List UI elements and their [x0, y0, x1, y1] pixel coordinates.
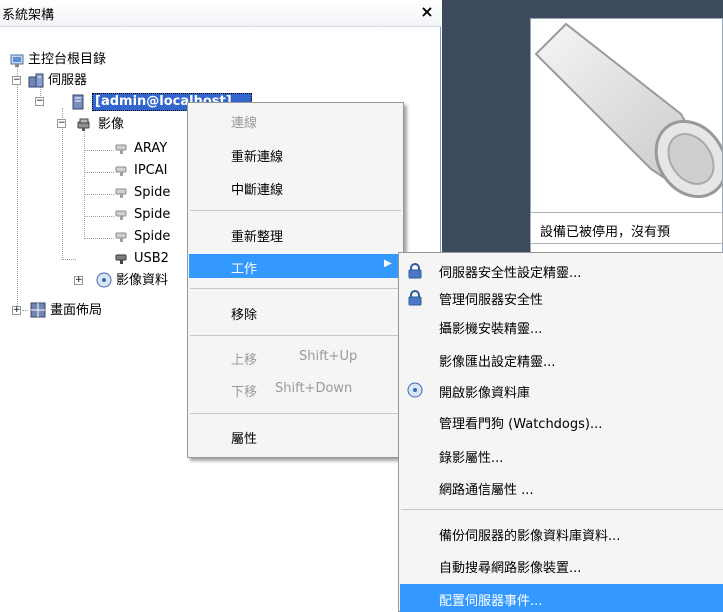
collapse-video-toggle[interactable]: −	[57, 119, 66, 128]
camera-icon	[115, 232, 127, 242]
server-icon	[72, 94, 84, 110]
submenu-item-configure-events[interactable]: 配置伺服器事件...	[439, 590, 542, 609]
menu-item-reconnect[interactable]: 重新連線	[231, 146, 283, 165]
submenu-item-recording-properties[interactable]: 錄影屬性...	[439, 447, 503, 466]
pane-title: 系統架構	[2, 8, 55, 23]
submenu-item-open-video-db[interactable]: 開啟影像資料庫	[439, 382, 530, 401]
tree-label-camera[interactable]: Spide	[134, 207, 170, 223]
submenu-item-network-properties[interactable]: 網路通信屬性 ...	[439, 479, 534, 498]
tree-line	[84, 150, 114, 151]
tree-line	[62, 108, 63, 260]
menu-separator	[401, 509, 723, 510]
expand-video-db-toggle[interactable]: +	[74, 276, 83, 285]
collapse-server-toggle[interactable]: −	[35, 97, 44, 106]
submenu-item-export-wizard[interactable]: 影像匯出設定精靈...	[439, 351, 555, 370]
context-menu: 連線 重新連線 中斷連線 重新整理 工作 ▶ 移除 上移 Shift+Up 下移…	[187, 102, 404, 458]
menu-item-tasks[interactable]: 工作	[231, 258, 257, 277]
tree-line	[84, 130, 85, 239]
camera-placeholder-icon	[534, 22, 723, 199]
camera-active-icon	[115, 254, 127, 264]
submenu-item-watchdogs[interactable]: 管理看門狗 (Watchdogs)...	[439, 413, 602, 432]
tree-label-camera[interactable]: Spide	[134, 185, 170, 201]
device-disabled-message: 設備已被停用，沒有預	[540, 225, 671, 240]
menu-item-move-up[interactable]: 上移	[231, 349, 257, 368]
submenu-item-manage-security[interactable]: 管理伺服器安全性	[439, 289, 543, 308]
menu-item-move-down[interactable]: 下移	[231, 381, 257, 400]
menu-item-remove[interactable]: 移除	[231, 304, 257, 323]
menu-separator	[190, 335, 401, 336]
tree-line	[84, 238, 114, 239]
menu-shortcut-move-down: Shift+Down	[275, 381, 353, 396]
tree-label-video[interactable]: 影像	[98, 117, 124, 133]
servers-icon	[28, 73, 44, 88]
tree-label-camera[interactable]: USB2	[134, 251, 169, 267]
camera-icon	[115, 210, 127, 220]
close-pane-button[interactable]: ×	[417, 2, 437, 22]
submenu-item-backup-db[interactable]: 備份伺服器的影像資料庫資料...	[439, 525, 620, 544]
tree-label-camera[interactable]: IPCAI	[134, 163, 167, 179]
menu-separator	[190, 413, 401, 414]
collapse-servers-toggle[interactable]: −	[12, 76, 21, 85]
menu-shortcut-move-up: Shift+Up	[299, 349, 358, 364]
database-disc-icon	[96, 272, 112, 288]
menu-item-properties[interactable]: 屬性	[231, 428, 257, 447]
submenu-arrow-icon: ▶	[384, 258, 392, 269]
tree-label-camera[interactable]: Spide	[134, 229, 170, 245]
security-lock-icon	[408, 290, 422, 306]
security-lock-icon	[408, 263, 422, 279]
submenu-item-camera-wizard[interactable]: 攝影機安裝精靈...	[439, 318, 542, 337]
menu-item-disconnect[interactable]: 中斷連線	[231, 179, 283, 198]
database-disc-icon	[407, 382, 423, 398]
menu-item-connect[interactable]: 連線	[231, 112, 257, 131]
tree-label-video-db[interactable]: 影像資料	[116, 273, 168, 289]
expand-layout-toggle[interactable]: +	[12, 306, 21, 315]
camera-icon	[115, 144, 127, 154]
pane-title-bar	[0, 0, 441, 27]
console-root-icon	[10, 54, 24, 67]
layout-grid-icon	[30, 302, 46, 318]
camera-icon	[115, 166, 127, 176]
submenu-item-security-wizard[interactable]: 伺服器安全性設定精靈...	[439, 262, 581, 281]
tree-label-layout[interactable]: 畫面佈局	[50, 303, 102, 319]
tree-label-root: 主控台根目錄	[28, 52, 107, 67]
tree-label-servers[interactable]: 伺服器	[48, 73, 87, 89]
tasks-submenu: 伺服器安全性設定精靈... 管理伺服器安全性 攝影機安裝精靈... 影像匯出設定…	[398, 252, 723, 612]
menu-item-refresh[interactable]: 重新整理	[231, 226, 283, 245]
tree-line	[17, 66, 18, 310]
menu-highlight	[189, 254, 402, 278]
menu-separator	[190, 288, 401, 289]
tree-line	[84, 216, 114, 217]
camera-icon	[115, 188, 127, 198]
menu-separator	[190, 210, 401, 211]
tree-line	[84, 172, 114, 173]
tree-line	[84, 194, 114, 195]
video-group-icon	[77, 118, 90, 131]
tree-line	[22, 310, 28, 311]
tree-line	[62, 259, 76, 260]
tree-label-camera[interactable]: ARAY	[134, 141, 167, 157]
submenu-item-auto-search[interactable]: 自動搜尋網路影像裝置...	[439, 557, 581, 576]
